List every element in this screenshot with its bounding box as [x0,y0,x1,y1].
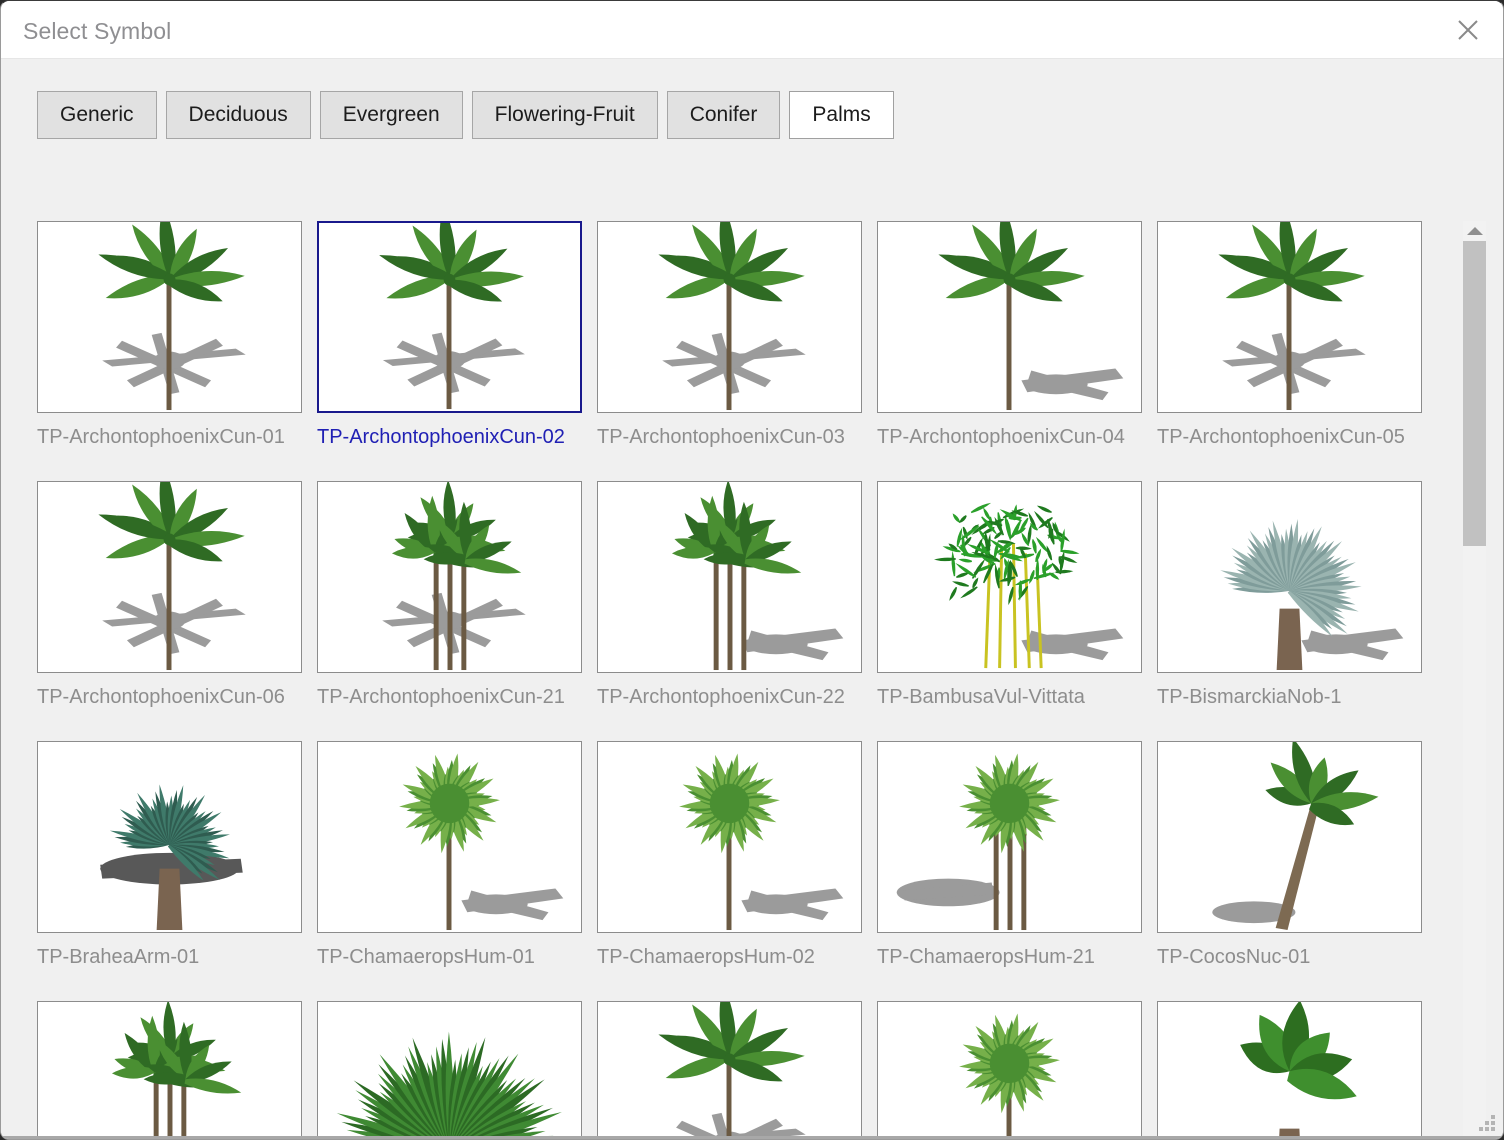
symbol-thumbnail[interactable] [37,481,302,673]
symbol-cell[interactable] [1157,1001,1422,1139]
symbol-label: TP-ArchontophoenixCun-01 [37,425,302,449]
tab-palms[interactable]: Palms [789,91,893,139]
close-icon [1455,17,1481,43]
symbol-thumbnail[interactable] [317,1001,582,1139]
tab-conifer[interactable]: Conifer [667,91,781,139]
symbol-cell[interactable]: TP-ArchontophoenixCun-04 [877,221,1142,481]
symbol-grid-viewport: TP-ArchontophoenixCun-01 TP-Archontophoe… [37,221,1437,1139]
title-bar: Select Symbol [1,1,1503,59]
tab-flowering-fruit[interactable]: Flowering-Fruit [472,91,658,139]
symbol-thumbnail[interactable] [877,481,1142,673]
tab-generic[interactable]: Generic [37,91,157,139]
symbol-thumbnail[interactable] [317,221,582,413]
symbol-cell[interactable]: TP-ChamaeropsHum-02 [597,741,862,1001]
symbol-grid: TP-ArchontophoenixCun-01 TP-Archontophoe… [37,221,1437,1139]
symbol-thumbnail[interactable] [1157,481,1422,673]
symbol-label: TP-ChamaeropsHum-02 [597,945,862,969]
dialog-body: Generic Deciduous Evergreen Flowering-Fruit… [1,59,1503,1139]
symbol-thumbnail[interactable] [597,741,862,933]
symbol-label: TP-ChamaeropsHum-21 [877,945,1142,969]
symbol-cell[interactable]: TP-CocosNuc-01 [1157,741,1422,1001]
symbol-label: TP-ArchontophoenixCun-06 [37,685,302,709]
symbol-thumbnail[interactable] [37,1001,302,1139]
symbol-thumbnail[interactable] [597,481,862,673]
symbol-thumbnail[interactable] [877,741,1142,933]
tab-deciduous[interactable]: Deciduous [166,91,311,139]
resize-grip[interactable] [1479,1115,1496,1132]
symbol-thumbnail[interactable] [877,221,1142,413]
symbol-label: TP-ArchontophoenixCun-03 [597,425,862,449]
tab-label: Flowering-Fruit [495,103,635,127]
symbol-thumbnail[interactable] [597,1001,862,1139]
close-button[interactable] [1433,1,1503,58]
scrollbar-track[interactable] [1463,241,1486,1139]
window-title: Select Symbol [23,18,171,45]
symbol-label: TP-BambusaVul-Vittata [877,685,1142,709]
symbol-label: TP-ArchontophoenixCun-21 [317,685,582,709]
symbol-cell[interactable] [597,1001,862,1139]
symbol-label: TP-BismarckiaNob-1 [1157,685,1422,709]
symbol-label: TP-CocosNuc-01 [1157,945,1422,969]
symbol-cell[interactable]: TP-ArchontophoenixCun-22 [597,481,862,741]
symbol-thumbnail[interactable] [317,741,582,933]
symbol-cell[interactable]: TP-ChamaeropsHum-21 [877,741,1142,1001]
tab-label: Evergreen [343,103,440,127]
symbol-cell[interactable]: TP-ArchontophoenixCun-05 [1157,221,1422,481]
tab-label: Palms [812,103,870,127]
symbol-thumbnail[interactable] [1157,221,1422,413]
resize-grip-dot [1491,1121,1495,1125]
symbol-cell[interactable]: TP-ArchontophoenixCun-01 [37,221,302,481]
symbol-cell[interactable]: TP-ArchontophoenixCun-06 [37,481,302,741]
tab-label: Conifer [690,103,758,127]
symbol-cell[interactable]: TP-ArchontophoenixCun-21 [317,481,582,741]
symbol-cell[interactable]: TP-ArchontophoenixCun-03 [597,221,862,481]
symbol-label: TP-ArchontophoenixCun-04 [877,425,1142,449]
resize-grip-dot [1491,1115,1495,1119]
symbol-thumbnail[interactable] [877,1001,1142,1139]
symbol-thumbnail[interactable] [37,741,302,933]
symbol-thumbnail[interactable] [317,481,582,673]
symbol-label: TP-ArchontophoenixCun-02 [317,425,582,449]
resize-grip-dot [1491,1127,1495,1131]
symbol-cell[interactable]: TP-BismarckiaNob-1 [1157,481,1422,741]
symbol-thumbnail[interactable] [1157,741,1422,933]
tab-label: Deciduous [189,103,288,127]
symbol-cell[interactable]: TP-ChamaeropsHum-01 [317,741,582,1001]
symbol-cell[interactable] [877,1001,1142,1139]
tab-evergreen[interactable]: Evergreen [320,91,463,139]
resize-grip-dot [1485,1121,1489,1125]
symbol-cell[interactable]: TP-ArchontophoenixCun-02 [317,221,582,481]
resize-grip-dot [1479,1127,1483,1131]
scrollbar-thumb[interactable] [1463,241,1486,546]
symbol-thumbnail[interactable] [597,221,862,413]
category-tab-strip: Generic Deciduous Evergreen Flowering-Fruit… [1,91,894,139]
symbol-cell[interactable] [317,1001,582,1139]
symbol-label: TP-BraheaArm-01 [37,945,302,969]
vertical-scrollbar[interactable] [1463,221,1486,1139]
symbol-cell[interactable]: TP-BraheaArm-01 [37,741,302,1001]
window-bottom-edge [1,1136,1503,1139]
symbol-label: TP-ChamaeropsHum-01 [317,945,582,969]
symbol-thumbnail[interactable] [1157,1001,1422,1139]
symbol-label: TP-ArchontophoenixCun-22 [597,685,862,709]
symbol-thumbnail[interactable] [37,221,302,413]
chevron-up-icon [1467,227,1483,235]
symbol-cell[interactable] [37,1001,302,1139]
tab-label: Generic [60,103,134,127]
symbol-cell[interactable]: TP-BambusaVul-Vittata [877,481,1142,741]
select-symbol-dialog: Select Symbol Generic Deciduous Evergreen F… [0,0,1504,1140]
resize-grip-dot [1485,1127,1489,1131]
symbol-label: TP-ArchontophoenixCun-05 [1157,425,1422,449]
scrollbar-up-button[interactable] [1463,221,1486,241]
